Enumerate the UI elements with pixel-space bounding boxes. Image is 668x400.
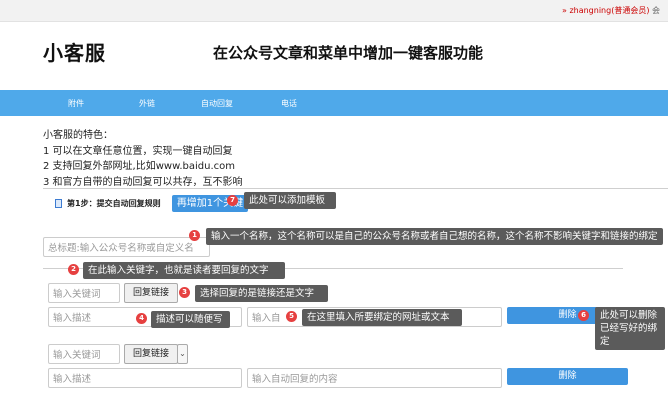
nav-item-phone[interactable]: 电话	[281, 98, 297, 109]
delete-button[interactable]: 删除	[507, 368, 628, 385]
tooltip-title: 输入一个名称，这个名称可以是自己的公众号名称或者自己想的名称，这个名称不影响关键…	[206, 228, 663, 245]
tooltip-reply-type: 选择回复的是链接还是文字	[195, 285, 328, 302]
step-text: 第1步：提交自动回复规则	[67, 199, 161, 208]
step-badge: 5	[286, 311, 297, 322]
nav-item-external-link[interactable]: 外链	[139, 98, 155, 109]
feature-heading: 小客服的特色：	[43, 130, 113, 141]
document-icon	[55, 199, 62, 208]
tooltip-content: 在这里填入所要绑定的网址或文本	[302, 309, 462, 326]
username[interactable]: » zhangning(普通会员)	[562, 6, 649, 15]
site-logo[interactable]: 小客服	[43, 37, 106, 66]
top-bar: » zhangning(普通会员) 会	[0, 0, 668, 22]
header: 小客服 在公众号文章和菜单中增加一键客服功能	[0, 22, 668, 90]
chevron-down-icon[interactable]: ⌄	[177, 344, 188, 364]
feature-item: 2 支持回复外部网址,比如www.baidu.com	[43, 161, 235, 172]
step-badge: 2	[68, 264, 79, 275]
reply-content-input[interactable]: 输入自动回复的内容	[247, 368, 502, 388]
tooltip-delete: 此处可以删除已经写好的绑定	[595, 307, 665, 350]
step-badge: 7	[227, 195, 238, 206]
title-input[interactable]: 总标题:输入公众号名称或自定义名	[43, 237, 210, 257]
keyword-input[interactable]: 输入关键词	[48, 344, 120, 364]
divider	[43, 188, 668, 189]
reply-type-select[interactable]: 回复链接	[124, 344, 178, 364]
page-title: 在公众号文章和菜单中增加一键客服功能	[213, 44, 484, 62]
truncated-link[interactable]: 会	[652, 6, 660, 15]
tooltip-description: 描述可以随便写	[151, 311, 230, 328]
tooltip-keyword: 在此输入关键字，也就是读者要回复的文字	[83, 262, 285, 279]
feature-list: 小客服的特色： 1 可以在文章任意位置，实现一键自动回复 2 支持回复外部网址,…	[43, 128, 243, 190]
nav-bar: 附件 外链 自动回复 电话	[0, 90, 668, 116]
step-label: 第1步：提交自动回复规则	[55, 198, 161, 209]
nav-item-attachment[interactable]: 附件	[68, 98, 84, 109]
feature-item: 1 可以在文章任意位置，实现一键自动回复	[43, 145, 233, 157]
step-badge: 1	[189, 230, 200, 241]
user-link[interactable]: » zhangning(普通会员) 会	[562, 5, 660, 16]
step-badge: 4	[136, 313, 147, 324]
nav-item-auto-reply[interactable]: 自动回复	[201, 98, 233, 109]
description-input[interactable]: 输入描述	[48, 368, 242, 388]
step-badge: 3	[179, 287, 190, 298]
reply-type-select[interactable]: 回复链接	[124, 283, 178, 303]
step-badge: 6	[578, 310, 589, 321]
tooltip-add: 此处可以添加模板	[244, 192, 336, 209]
keyword-input[interactable]: 输入关键词	[48, 283, 120, 303]
